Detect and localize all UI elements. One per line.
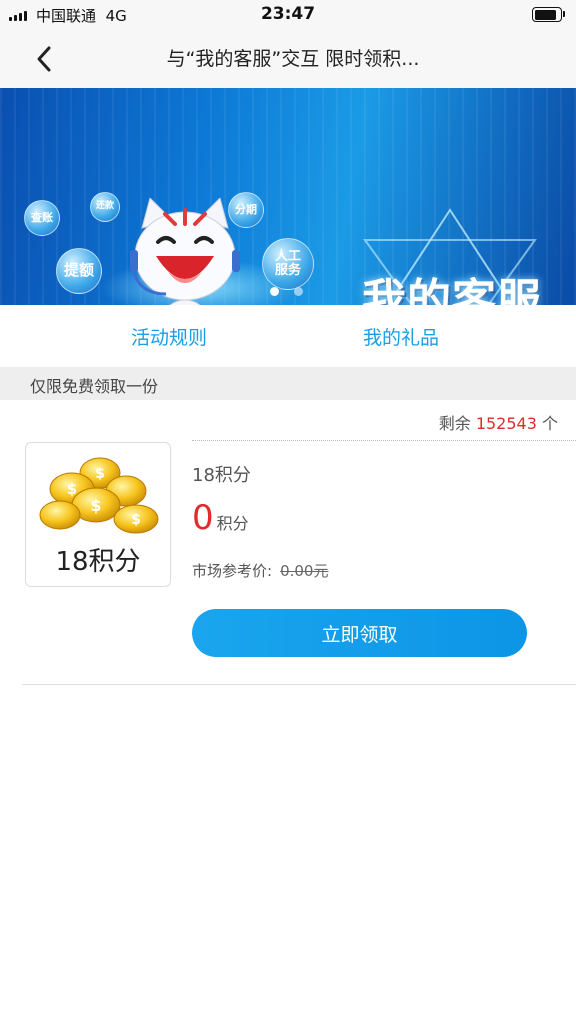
battery-icon: [532, 7, 562, 22]
divider: [22, 684, 576, 685]
stock-count: 152543: [475, 414, 537, 433]
svg-text:$: $: [90, 496, 101, 515]
back-arrow-icon[interactable]: [30, 44, 60, 74]
gold-coins-icon: $ $ $ $: [39, 457, 159, 534]
status-bar: 中国联通 4G 23:47: [0, 0, 576, 30]
status-time: 23:47: [260, 4, 316, 24]
carousel-dot-active[interactable]: [270, 287, 279, 296]
carousel-dot[interactable]: [294, 287, 303, 296]
banner-title: 我的客服: [362, 275, 542, 305]
bubble-repay: 还款: [90, 192, 120, 222]
stock-suffix: 个: [541, 414, 558, 433]
price-value: 0: [192, 498, 214, 538]
svg-text:$: $: [95, 466, 105, 482]
market-price-value: 0.00元: [280, 562, 329, 580]
page-title: 与“我的客服”交互 限时领积...: [166, 48, 420, 70]
svg-text:$: $: [131, 512, 141, 528]
bubble-raise-limit: 提额: [56, 248, 102, 294]
divider: [192, 440, 576, 441]
product-image-caption: 18积分: [55, 547, 141, 577]
price-row: 0 积分: [192, 498, 249, 538]
tab-bar: 活动规则 我的礼品: [0, 305, 576, 367]
market-reference-price: 市场参考价: 0.00元: [192, 560, 328, 581]
market-price-label: 市场参考价:: [192, 562, 273, 580]
stock-remaining: 剩余 152543 个: [439, 410, 558, 434]
section-header: 仅限免费领取一份: [0, 367, 576, 400]
promo-banner[interactable]: 查账 还款 分期 提额 人工服务 随 时 随 地 有 问 必 答 我的客服: [0, 88, 576, 305]
price-unit: 积分: [216, 514, 249, 533]
battery-cap: [563, 11, 565, 17]
bubble-human-service: 人工服务: [262, 238, 314, 290]
bubble-check-bill: 查账: [24, 200, 60, 236]
svg-text:$: $: [67, 480, 77, 498]
tab-activity-rules[interactable]: 活动规则: [131, 323, 207, 350]
product-name: 18积分: [192, 465, 251, 486]
section-header-label: 仅限免费领取一份: [30, 377, 159, 396]
nav-bar: 与“我的客服”交互 限时领积...: [0, 30, 576, 88]
tab-my-gifts[interactable]: 我的礼品: [363, 323, 439, 350]
claim-button[interactable]: 立即领取: [192, 609, 527, 657]
mascot-cat-icon: [130, 198, 240, 305]
stock-prefix: 剩余: [438, 414, 471, 433]
product-image[interactable]: $ $ $ $ 18积分: [25, 442, 171, 587]
